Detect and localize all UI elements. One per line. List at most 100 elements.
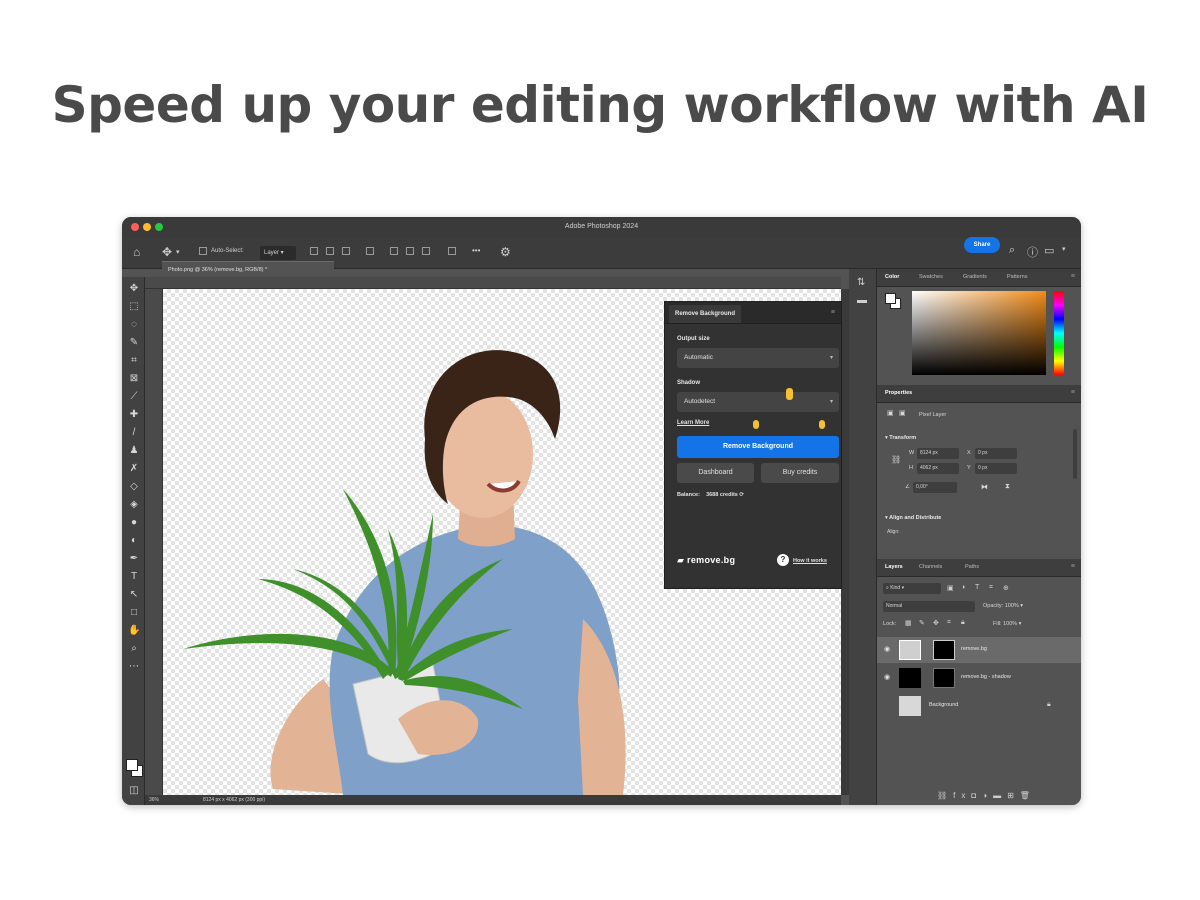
rectangle-tool-icon[interactable]: □ [128, 607, 140, 619]
y-field[interactable]: 0 px [975, 463, 1017, 474]
quick-mask-icon[interactable]: ◫ [128, 785, 140, 797]
lock-position-icon[interactable]: ✥ [933, 619, 939, 627]
auto-select-checkbox[interactable] [199, 247, 207, 255]
history-icon[interactable]: ⇅ [857, 277, 865, 288]
lasso-tool-icon[interactable]: ◌ [128, 319, 140, 331]
align-bottom-icon[interactable] [406, 247, 414, 255]
eyedropper-tool-icon[interactable]: ⟋ [128, 391, 140, 403]
blend-mode-select[interactable]: Normal [883, 601, 975, 612]
gear-icon[interactable]: ⚙ [500, 245, 511, 259]
eye-icon[interactable]: ◉ [884, 645, 890, 653]
panel-menu-icon[interactable]: ≡ [831, 309, 835, 316]
group-icon[interactable]: ▬ [993, 791, 1007, 800]
marquee-tool-icon[interactable]: ⬚ [128, 301, 140, 313]
shadow-select[interactable]: Autodetect ▾ [677, 392, 839, 412]
comments-icon[interactable]: ▬ [857, 295, 867, 306]
zoom-window-button[interactable] [155, 223, 163, 231]
tab-properties[interactable]: Properties [885, 390, 912, 396]
more-options-button[interactable]: ••• [472, 246, 480, 255]
pen-tool-icon[interactable]: ✒ [128, 553, 140, 565]
remove-background-tab[interactable]: Remove Background [669, 305, 742, 323]
layer-row[interactable]: ◉ remove.bg - shadow [877, 665, 1081, 691]
angle-field[interactable]: 0,00° [913, 482, 957, 493]
buy-credits-button[interactable]: Buy credits [761, 463, 839, 483]
chevron-down-icon[interactable]: ▾ [176, 248, 180, 256]
more-tools-icon[interactable]: ⋯ [128, 661, 140, 673]
foreground-color-chip[interactable] [885, 293, 896, 304]
layer-select[interactable]: Layer ▾ [260, 246, 296, 260]
trash-icon[interactable]: 🗑︎ [1020, 791, 1036, 800]
learn-more-link[interactable]: Learn More [677, 420, 709, 426]
paint-bucket-icon[interactable]: ◈ [128, 499, 140, 511]
properties-scrollbar[interactable] [1073, 429, 1077, 479]
x-field[interactable]: 0 px [975, 448, 1017, 459]
color-chips[interactable] [885, 293, 903, 311]
crop-tool-icon[interactable]: ⌗ [128, 355, 140, 367]
minimize-window-button[interactable] [143, 223, 151, 231]
close-window-button[interactable] [131, 223, 139, 231]
healing-brush-icon[interactable]: ✚ [128, 409, 140, 421]
align-center-icon[interactable] [326, 247, 334, 255]
lock-icon[interactable]: 🔒︎ [1047, 701, 1051, 709]
filter-shape-icon[interactable]: ⌗ [989, 584, 993, 592]
remove-background-button[interactable]: Remove Background [677, 436, 839, 458]
lock-pixels-icon[interactable]: ▦ [905, 619, 912, 627]
move-tool-icon[interactable]: ✥ [128, 283, 140, 295]
distribute-icon[interactable] [422, 247, 430, 255]
search-icon[interactable]: ⌕ [1009, 244, 1015, 257]
brush-tool-icon[interactable]: / [128, 427, 140, 439]
distribute-horizontal-icon[interactable] [448, 247, 456, 255]
help-icon[interactable]: ⓘ [1027, 244, 1038, 260]
link-icon[interactable]: ⛓ [891, 455, 901, 464]
filter-smart-icon[interactable]: ⊕ [1003, 584, 1009, 592]
quick-selection-tool-icon[interactable]: ✎ [128, 337, 140, 349]
layer-row[interactable]: Background 🔒︎ [877, 693, 1081, 719]
tab-layers[interactable]: Layers [885, 564, 903, 570]
canvas-vertical-scrollbar[interactable] [841, 289, 849, 795]
layer-mask-thumbnail[interactable] [933, 668, 955, 688]
tab-paths[interactable]: Paths [965, 564, 979, 570]
flip-horizontal-icon[interactable]: ⧓ [981, 483, 988, 491]
document-tab[interactable]: Photo.png @ 36% (remove.bg, RGB/8) * [162, 261, 334, 277]
foreground-color-swatch[interactable] [126, 759, 138, 771]
lock-artboard-icon[interactable]: ⌗ [947, 619, 951, 627]
tab-patterns[interactable]: Patterns [1007, 274, 1027, 280]
height-field[interactable]: 4062 px [917, 463, 959, 474]
fx-icon[interactable]: fx [953, 791, 971, 800]
tab-swatches[interactable]: Swatches [919, 274, 943, 280]
stamp-tool-icon[interactable]: ♟ [128, 445, 140, 457]
blur-tool-icon[interactable]: ● [128, 517, 140, 529]
filter-adjustment-icon[interactable]: ◑ [961, 584, 965, 591]
layer-mask-thumbnail[interactable] [933, 640, 955, 660]
layer-filter-select[interactable]: ⌕ Kind ▾ [883, 583, 941, 594]
refresh-icon[interactable]: ⟳ [739, 492, 744, 498]
help-icon[interactable]: ? [777, 554, 789, 566]
eye-icon[interactable]: ◉ [884, 673, 890, 681]
adjustment-layer-icon[interactable]: ◑ [982, 791, 993, 800]
layer-row[interactable]: ◉ remove.bg [877, 637, 1081, 663]
dashboard-button[interactable]: Dashboard [677, 463, 754, 483]
add-mask-icon[interactable]: ◘ [971, 791, 982, 800]
history-brush-icon[interactable]: ✗ [128, 463, 140, 475]
eraser-tool-icon[interactable]: ◇ [128, 481, 140, 493]
hand-tool-icon[interactable]: ✋ [128, 625, 140, 637]
hue-slider[interactable] [1054, 291, 1064, 375]
width-field[interactable]: 8124 px [917, 448, 959, 459]
align-left-icon[interactable] [310, 247, 318, 255]
dodge-tool-icon[interactable]: ◐ [128, 535, 140, 547]
path-selection-icon[interactable]: ↖ [128, 589, 140, 601]
how-it-works-link[interactable]: How it works [793, 558, 827, 564]
home-icon[interactable]: ⌂ [133, 245, 140, 259]
panel-menu-icon[interactable]: ≡ [1071, 389, 1075, 396]
tab-channels[interactable]: Channels [919, 564, 942, 570]
filter-pixel-icon[interactable]: ▣ [947, 584, 954, 592]
align-distribute-section[interactable]: ▾ Align and Distribute [885, 515, 941, 521]
new-layer-icon[interactable]: ⊞ [1007, 791, 1020, 800]
fill-control[interactable]: Fill: 100% ▾ [993, 621, 1021, 627]
align-right-icon[interactable] [342, 247, 350, 255]
tab-gradients[interactable]: Gradients [963, 274, 987, 280]
align-middle-icon[interactable] [390, 247, 398, 255]
lock-paint-icon[interactable]: ✎ [919, 619, 925, 627]
panel-menu-icon[interactable]: ≡ [1071, 273, 1075, 280]
frame-tool-icon[interactable]: ⊠ [128, 373, 140, 385]
